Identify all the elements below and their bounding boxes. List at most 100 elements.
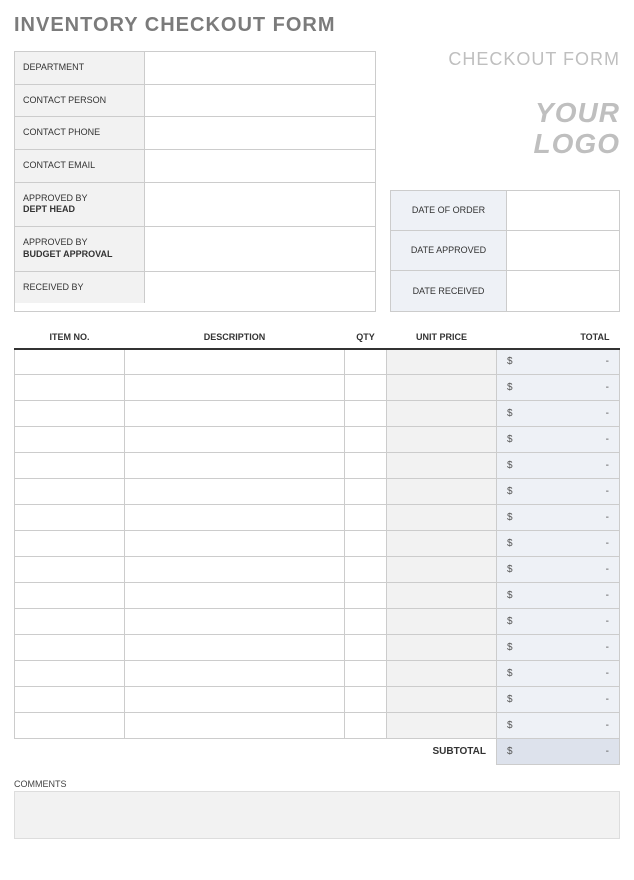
total-value: -: [606, 590, 609, 601]
subtotal-row: SUBTOTAL $ -: [15, 739, 620, 765]
approved-by-label-text2: APPROVED BY: [23, 237, 88, 247]
table-row: $-: [15, 557, 620, 583]
cell-qty[interactable]: [345, 661, 387, 687]
cell-item-no[interactable]: [15, 375, 125, 401]
total-symbol: $: [507, 694, 513, 705]
total-value: -: [606, 434, 609, 445]
cell-unit-price[interactable]: [387, 583, 497, 609]
cell-description[interactable]: [125, 635, 345, 661]
comments-box[interactable]: [14, 791, 620, 839]
approved-dept-head-value[interactable]: [145, 183, 375, 226]
cell-description[interactable]: [125, 557, 345, 583]
cell-item-no[interactable]: [15, 531, 125, 557]
cell-qty[interactable]: [345, 505, 387, 531]
approved-budget-value[interactable]: [145, 227, 375, 270]
approved-by-label-text: APPROVED BY: [23, 193, 88, 203]
cell-description[interactable]: [125, 427, 345, 453]
cell-item-no[interactable]: [15, 427, 125, 453]
table-row: $-: [15, 427, 620, 453]
date-approved-value[interactable]: [507, 231, 619, 270]
cell-qty[interactable]: [345, 687, 387, 713]
cell-unit-price[interactable]: [387, 349, 497, 375]
cell-qty[interactable]: [345, 479, 387, 505]
contact-person-value[interactable]: [145, 85, 375, 117]
contact-email-value[interactable]: [145, 150, 375, 182]
cell-item-no[interactable]: [15, 713, 125, 739]
cell-item-no[interactable]: [15, 349, 125, 375]
cell-description[interactable]: [125, 609, 345, 635]
date-received-value[interactable]: [507, 271, 619, 311]
cell-qty[interactable]: [345, 557, 387, 583]
cell-unit-price[interactable]: [387, 713, 497, 739]
cell-qty[interactable]: [345, 375, 387, 401]
cell-qty[interactable]: [345, 427, 387, 453]
cell-total: $-: [497, 349, 620, 375]
cell-description[interactable]: [125, 687, 345, 713]
cell-unit-price[interactable]: [387, 375, 497, 401]
cell-qty[interactable]: [345, 453, 387, 479]
cell-description[interactable]: [125, 479, 345, 505]
cell-unit-price[interactable]: [387, 401, 497, 427]
cell-item-no[interactable]: [15, 583, 125, 609]
cell-qty[interactable]: [345, 583, 387, 609]
col-total: TOTAL: [497, 328, 620, 349]
total-symbol: $: [507, 590, 513, 601]
cell-description[interactable]: [125, 375, 345, 401]
cell-unit-price[interactable]: [387, 427, 497, 453]
cell-qty[interactable]: [345, 609, 387, 635]
cell-total: $-: [497, 505, 620, 531]
cell-item-no[interactable]: [15, 401, 125, 427]
cell-unit-price[interactable]: [387, 635, 497, 661]
table-row: $-: [15, 713, 620, 739]
cell-unit-price[interactable]: [387, 479, 497, 505]
cell-unit-price[interactable]: [387, 609, 497, 635]
cell-qty[interactable]: [345, 713, 387, 739]
cell-unit-price[interactable]: [387, 557, 497, 583]
cell-description[interactable]: [125, 661, 345, 687]
cell-item-no[interactable]: [15, 479, 125, 505]
contact-phone-value[interactable]: [145, 117, 375, 149]
cell-unit-price[interactable]: [387, 661, 497, 687]
cell-total: $-: [497, 661, 620, 687]
cell-qty[interactable]: [345, 401, 387, 427]
col-item-no: ITEM NO.: [15, 328, 125, 349]
received-by-value[interactable]: [145, 272, 375, 304]
cell-description[interactable]: [125, 583, 345, 609]
cell-total: $-: [497, 401, 620, 427]
total-symbol: $: [507, 460, 513, 471]
cell-qty[interactable]: [345, 635, 387, 661]
cell-unit-price[interactable]: [387, 505, 497, 531]
cell-item-no[interactable]: [15, 609, 125, 635]
total-symbol: $: [507, 564, 513, 575]
cell-qty[interactable]: [345, 531, 387, 557]
table-row: $-: [15, 349, 620, 375]
cell-item-no[interactable]: [15, 505, 125, 531]
total-value: -: [606, 382, 609, 393]
page-title: INVENTORY CHECKOUT FORM: [14, 14, 620, 37]
cell-item-no[interactable]: [15, 635, 125, 661]
department-value[interactable]: [145, 52, 375, 84]
cell-unit-price[interactable]: [387, 531, 497, 557]
cell-description[interactable]: [125, 453, 345, 479]
cell-description[interactable]: [125, 349, 345, 375]
cell-total: $-: [497, 453, 620, 479]
contact-person-label: CONTACT PERSON: [15, 85, 145, 117]
right-block: CHECKOUT FORM YOUR LOGO DATE OF ORDER DA…: [390, 51, 620, 312]
date-order-row: DATE OF ORDER: [391, 191, 619, 231]
cell-item-no[interactable]: [15, 557, 125, 583]
date-order-value[interactable]: [507, 191, 619, 230]
cell-item-no[interactable]: [15, 453, 125, 479]
cell-description[interactable]: [125, 531, 345, 557]
cell-total: $-: [497, 427, 620, 453]
total-symbol: $: [507, 668, 513, 679]
cell-qty[interactable]: [345, 349, 387, 375]
cell-unit-price[interactable]: [387, 687, 497, 713]
cell-description[interactable]: [125, 505, 345, 531]
cell-description[interactable]: [125, 713, 345, 739]
cell-item-no[interactable]: [15, 687, 125, 713]
cell-description[interactable]: [125, 401, 345, 427]
cell-unit-price[interactable]: [387, 453, 497, 479]
cell-item-no[interactable]: [15, 661, 125, 687]
total-value: -: [606, 512, 609, 523]
logo-line2: LOGO: [534, 128, 620, 159]
